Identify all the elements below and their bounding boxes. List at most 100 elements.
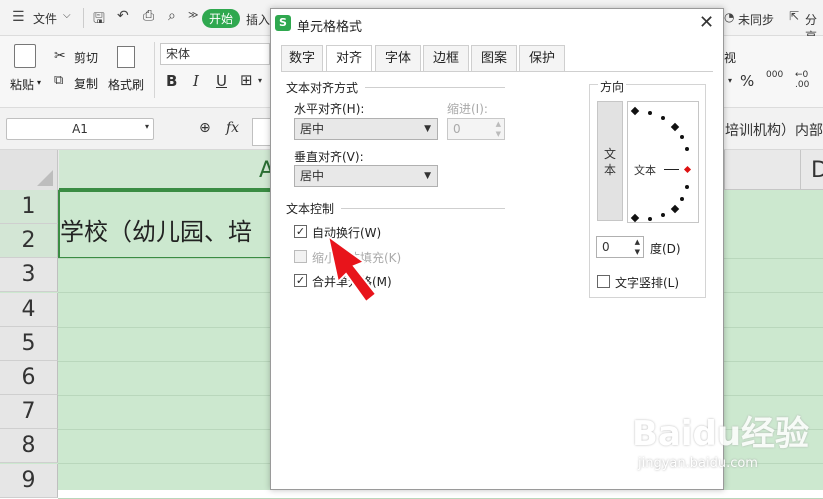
divider — [800, 150, 801, 190]
paste-icon[interactable] — [14, 44, 36, 68]
chevron-down-icon[interactable]: ⌵ — [63, 10, 71, 21]
dial-marker — [670, 122, 680, 132]
menu-icon[interactable]: ☰ — [12, 9, 25, 25]
baidu-watermark: Baidu经验 jingyan.baidu.com — [632, 400, 822, 482]
tab-number[interactable]: 数字 — [281, 45, 323, 71]
vertical-text-button[interactable]: 文本 — [597, 101, 623, 221]
zoom-icon[interactable]: ⊕ — [199, 120, 211, 136]
indent-stepper[interactable]: 0 ▲ ▼ — [447, 118, 505, 140]
undo-icon[interactable]: ↶ — [117, 8, 129, 24]
tab-start[interactable]: 开始 — [202, 9, 241, 28]
stepper-arrows-icon[interactable]: ▲ ▼ — [635, 237, 640, 257]
dial-marker — [661, 116, 665, 120]
dialog-title: 单元格格式 — [297, 20, 363, 35]
tab-alignment[interactable]: 对齐 — [326, 45, 372, 72]
row-header-7[interactable]: 7 — [0, 395, 58, 430]
name-box[interactable]: A1 — [6, 118, 154, 140]
print-icon[interactable]: ⎙ — [143, 8, 154, 24]
chevron-down-icon[interactable]: ▾ — [258, 76, 262, 85]
select-all-corner[interactable] — [0, 150, 58, 190]
orientation-dial[interactable]: 文本 — [627, 101, 699, 223]
underline-button[interactable]: U — [216, 72, 227, 90]
vertical-align-select[interactable]: 居中 ▼ — [294, 165, 438, 187]
dial-marker — [630, 106, 640, 116]
tab-underline — [281, 71, 713, 72]
increase-decimal-button[interactable]: ←0 .00 — [795, 70, 821, 90]
tab-pattern[interactable]: 图案 — [471, 45, 517, 71]
chevron-down-icon: ▼ — [424, 124, 431, 134]
dial-marker — [685, 147, 689, 151]
print-preview-icon[interactable]: ⌕ — [168, 8, 176, 24]
row-header-3[interactable]: 3 — [0, 258, 58, 293]
vertical-stack-label[interactable]: 文字竖排(L) — [615, 274, 679, 291]
grid-line — [58, 497, 823, 499]
divider — [365, 87, 505, 88]
italic-button[interactable]: I — [193, 72, 199, 90]
stepper-arrows-icon: ▲ ▼ — [495, 120, 501, 138]
arrow-shape — [326, 233, 378, 304]
bold-button[interactable]: B — [166, 72, 177, 90]
file-menu[interactable]: 文件 — [33, 10, 57, 27]
save-icon[interactable]: 🖫 — [93, 8, 105, 32]
cell-a1-merged[interactable]: 学校（幼儿园、培 — [58, 190, 273, 259]
dial-red-marker[interactable] — [683, 165, 692, 174]
indent-label: 缩进(I): — [447, 102, 488, 116]
percent-button[interactable]: % — [740, 72, 754, 90]
fx-button[interactable]: fx — [226, 120, 239, 136]
thousands-button[interactable]: 000 — [766, 70, 783, 80]
dialog-titlebar: S 单元格格式 ✕ — [271, 9, 723, 39]
row-header-5[interactable]: 5 — [0, 326, 58, 361]
cloud-sync-icon: ◔ — [724, 10, 735, 24]
tab-border[interactable]: 边框 — [423, 45, 469, 71]
row-header-1[interactable]: 1 — [0, 190, 58, 224]
close-icon[interactable]: ✕ — [699, 12, 714, 33]
formula-content[interactable]: 培训机构）内部 — [725, 120, 823, 140]
chevron-down-icon[interactable]: ▾ — [145, 122, 149, 131]
wrap-text-checkbox[interactable]: ✓ — [294, 225, 307, 238]
watermark-brand: Baidu经验 — [632, 414, 810, 454]
red-arrow-annotation — [326, 233, 378, 304]
text-control-section-title: 文本控制 — [286, 202, 335, 216]
paste-button[interactable]: 粘贴 — [10, 76, 34, 93]
vertical-stack-checkbox[interactable] — [597, 275, 610, 288]
chevron-down-icon[interactable]: ▾ — [37, 78, 41, 87]
tab-insert[interactable]: 插入 — [246, 11, 270, 28]
tab-font[interactable]: 字体 — [375, 45, 421, 71]
formula-input-edge[interactable] — [252, 118, 272, 146]
column-header-a[interactable]: A — [59, 150, 274, 190]
cut-button[interactable]: 剪切 — [74, 49, 98, 66]
border-icon[interactable]: ⊞ — [240, 71, 253, 89]
format-painter-icon[interactable] — [117, 46, 135, 68]
chevron-down-icon: ▼ — [424, 171, 431, 181]
vertical-align-value: 居中 — [300, 169, 325, 183]
shrink-to-fit-checkbox[interactable] — [294, 250, 307, 263]
sync-status[interactable]: 未同步 — [738, 11, 774, 28]
copy-button[interactable]: 复制 — [74, 75, 98, 92]
divider — [83, 8, 84, 28]
horizontal-align-label: 水平对齐(H): — [294, 102, 365, 116]
row-header-2[interactable]: 2 — [0, 224, 58, 259]
chevron-down-icon[interactable]: ▾ — [728, 76, 732, 85]
view-tab-partial[interactable]: 视 — [724, 49, 736, 66]
degrees-value: 0 — [602, 240, 610, 254]
share-icon[interactable]: ⇱ — [789, 9, 799, 23]
wps-logo-icon: S — [275, 15, 291, 31]
more-icon[interactable]: ≫ — [188, 10, 198, 21]
row-header-9[interactable]: 9 — [0, 463, 58, 498]
row-header-4[interactable]: 4 — [0, 292, 58, 327]
format-painter-button[interactable]: 格式刷 — [108, 76, 144, 93]
dial-text: 文本 — [634, 164, 656, 177]
row-header-6[interactable]: 6 — [0, 361, 58, 395]
scissors-icon[interactable]: ✂ — [54, 48, 66, 64]
degrees-stepper[interactable]: 0 ▲ ▼ — [596, 236, 644, 258]
orientation-section-title: 方向 — [598, 78, 627, 95]
degrees-label: 度(D) — [650, 242, 681, 256]
divider — [341, 208, 505, 209]
row-header-8[interactable]: 8 — [0, 429, 58, 464]
merge-cells-checkbox[interactable]: ✓ — [294, 274, 307, 287]
corner-triangle-icon — [37, 170, 53, 186]
horizontal-align-select[interactable]: 居中 ▼ — [294, 118, 438, 140]
font-name-select[interactable]: 宋体 — [160, 43, 270, 65]
copy-icon[interactable]: ⧉ — [54, 73, 63, 88]
tab-protection[interactable]: 保护 — [519, 45, 565, 71]
